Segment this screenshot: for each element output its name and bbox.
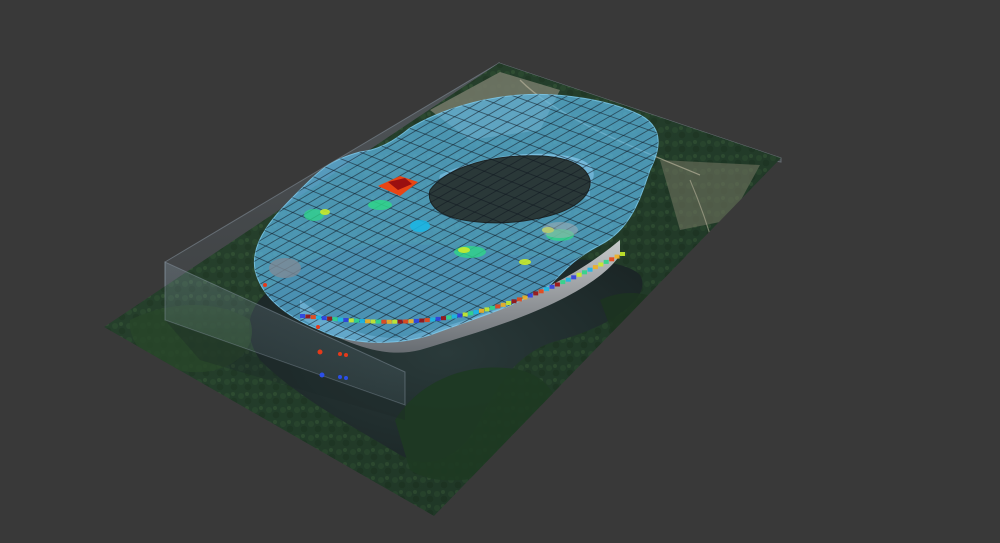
- rim-cell: [484, 307, 490, 312]
- rim-cell: [527, 293, 533, 298]
- rim-cell: [413, 318, 419, 323]
- rim-cell: [500, 302, 506, 307]
- rim-cell: [473, 310, 479, 315]
- rim-cell: [538, 289, 544, 294]
- rim-cell: [603, 259, 609, 264]
- forest-patch: [600, 292, 680, 345]
- rim-cell: [348, 318, 354, 323]
- rim-cell: [354, 318, 360, 323]
- rim-cell: [598, 262, 604, 267]
- rim-cell: [305, 314, 311, 319]
- rim-cell: [614, 254, 620, 259]
- rim-cell: [430, 317, 436, 322]
- rim-cell: [582, 270, 587, 275]
- rim-cell: [587, 267, 593, 272]
- rim-cell: [316, 315, 322, 320]
- rim-cell: [424, 318, 430, 323]
- rim-cell: [620, 252, 625, 256]
- rim-cell: [511, 299, 517, 304]
- rim-cell: [462, 312, 468, 317]
- rim-cell: [571, 275, 577, 280]
- rim-cell: [576, 272, 582, 277]
- rim-cell: [310, 315, 316, 320]
- rim-cell: [489, 305, 495, 310]
- rim-cell: [565, 277, 571, 282]
- rim-cell: [332, 317, 338, 322]
- rim-cell: [533, 291, 539, 296]
- marker-blue[interactable]: [319, 372, 325, 378]
- rim-cell: [381, 319, 387, 324]
- rim-cell: [446, 315, 452, 320]
- rim-cell: [403, 319, 409, 324]
- rim-cell: [516, 297, 522, 302]
- rim-cell: [392, 319, 398, 324]
- rim-cell: [359, 319, 365, 323]
- rim-cell: [522, 295, 528, 300]
- rim-cell: [451, 314, 457, 319]
- rim-cell: [549, 284, 555, 289]
- rim-cell: [495, 304, 501, 309]
- rim-cell: [370, 319, 376, 324]
- rim-cell: [365, 319, 371, 324]
- rim-cell: [343, 318, 349, 322]
- rim-cell: [397, 319, 403, 324]
- marker-red[interactable]: [317, 349, 323, 355]
- rim-cell: [375, 319, 381, 324]
- 3d-viewport[interactable]: [0, 0, 1000, 543]
- rim-cell: [479, 308, 484, 313]
- rim-cell: [609, 257, 615, 262]
- rim-cell: [419, 318, 425, 323]
- rim-cell: [300, 314, 305, 318]
- rim-cell: [554, 282, 560, 287]
- 3d-scene[interactable]: [0, 0, 1000, 543]
- rim-cell: [592, 265, 598, 270]
- rim-cell: [386, 319, 392, 324]
- rim-cell: [321, 316, 327, 321]
- rim-cell: [560, 280, 566, 285]
- rim-cell: [327, 316, 333, 321]
- rim-cell: [506, 301, 512, 305]
- rim-cell: [441, 316, 446, 321]
- rim-cell: [338, 317, 343, 322]
- rim-cell: [435, 316, 441, 321]
- rim-cell: [408, 319, 414, 324]
- rim-cell: [468, 311, 474, 316]
- hotspot-mid: [368, 200, 392, 210]
- rim-cell: [457, 313, 463, 318]
- rim-cell: [544, 287, 550, 292]
